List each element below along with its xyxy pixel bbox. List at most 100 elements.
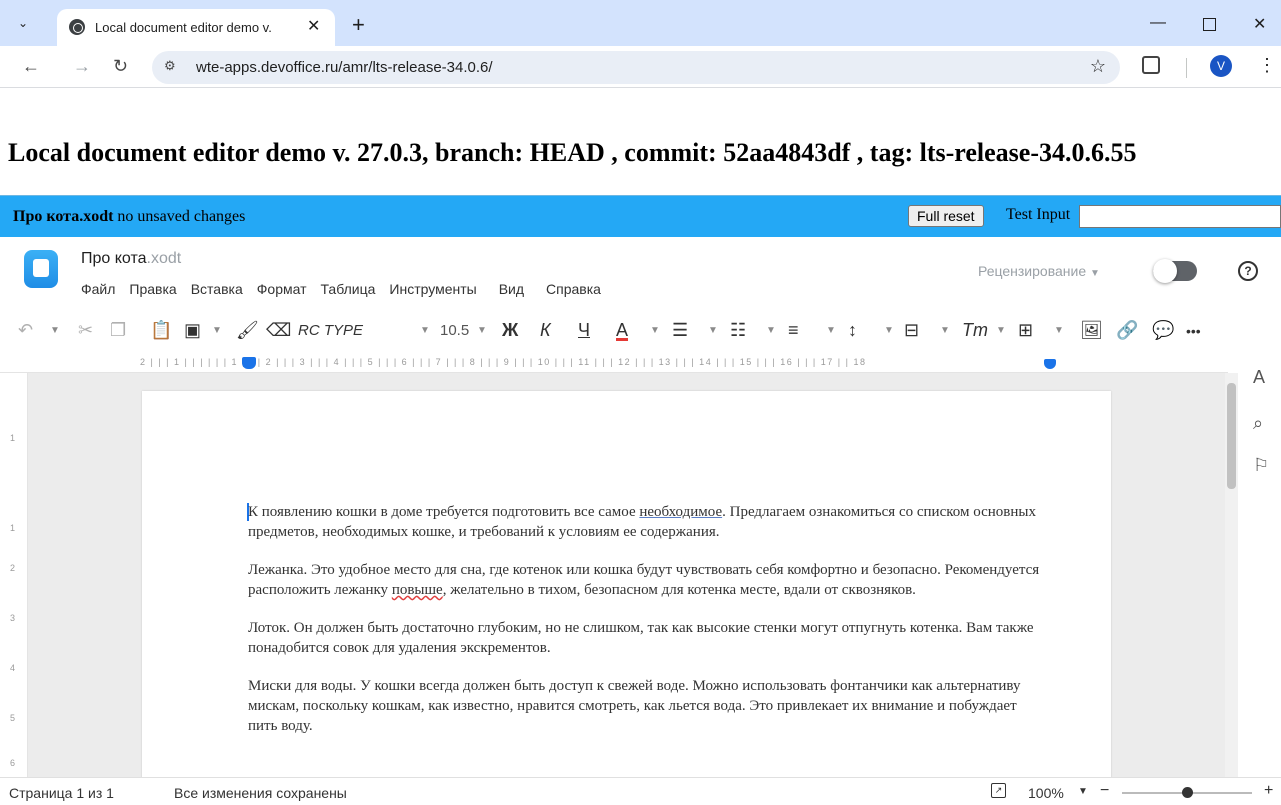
link-icon[interactable]: 🔗 (1116, 320, 1138, 341)
text-run-underlined: необходимое (639, 504, 723, 520)
zoom-level[interactable]: 100% (1028, 785, 1064, 801)
numbered-list-icon[interactable]: ☷ (730, 320, 746, 341)
copy-icon[interactable]: ❐ (110, 320, 126, 341)
indent-dropdown-icon[interactable]: ▼ (940, 325, 950, 336)
numbered-list-dropdown-icon[interactable]: ▼ (766, 325, 776, 336)
editor-logo-icon (24, 250, 58, 288)
reload-icon[interactable]: ↻ (113, 56, 128, 77)
menu-help[interactable]: Справка (546, 281, 601, 297)
fit-page-icon[interactable]: ↗ (991, 783, 1006, 798)
minimize-icon[interactable]: — (1150, 14, 1166, 32)
vertical-scrollbar[interactable] (1225, 373, 1238, 777)
cut-icon[interactable]: ✂ (78, 320, 93, 341)
window-close-icon[interactable]: ✕ (1253, 14, 1266, 34)
paragraph[interactable]: Миски для воды. У кошки всегда должен бы… (248, 676, 1048, 736)
bullet-list-dropdown-icon[interactable]: ▼ (708, 325, 718, 336)
test-input-field[interactable] (1079, 205, 1281, 228)
scrollbar-thumb[interactable] (1227, 383, 1236, 489)
comment-icon[interactable]: 💬 (1152, 320, 1174, 341)
paragraph[interactable]: Лоток. Он должен быть достаточно глубоки… (248, 618, 1048, 658)
paragraph[interactable]: К появлению кошки в доме требуется подго… (248, 502, 1048, 542)
menu-format[interactable]: Формат (257, 281, 307, 297)
search-icon[interactable]: ⌕ (1253, 413, 1263, 434)
text-run: К появлению кошки в доме требуется подго… (248, 504, 640, 520)
tab-title: Local document editor demo v. (95, 20, 272, 35)
image-icon[interactable]: 🖼 (1080, 320, 1103, 341)
paste-special-icon[interactable]: ▣ (184, 320, 201, 341)
document-page[interactable]: К появлению кошки в доме требуется подго… (142, 391, 1111, 777)
font-dropdown-icon[interactable]: ▼ (420, 325, 430, 336)
url-text[interactable]: wte-apps.devoffice.ru/amr/lts-release-34… (196, 59, 493, 76)
paragraph-indent-icon[interactable]: ⊟ (904, 320, 919, 341)
menu-file[interactable]: Файл (81, 281, 115, 297)
styles-icon[interactable]: A (1253, 367, 1265, 388)
font-size-select[interactable]: 10.5 (440, 322, 469, 339)
extensions-puzzle-icon[interactable] (1142, 56, 1160, 74)
menu-edit[interactable]: Правка (129, 281, 176, 297)
undo-icon[interactable]: ↶ (18, 320, 33, 341)
font-size-dropdown-icon[interactable]: ▼ (477, 325, 487, 336)
vruler-number: 1 (10, 433, 16, 443)
document-title-name: Про кота (81, 250, 147, 267)
align-dropdown-icon[interactable]: ▼ (826, 325, 836, 336)
format-painter-icon[interactable]: 🖌 (236, 320, 259, 341)
zoom-slider-thumb[interactable] (1182, 787, 1193, 798)
zoom-in-icon[interactable]: + (1264, 782, 1273, 800)
more-options-icon[interactable]: ••• (1186, 323, 1201, 339)
line-spacing-dropdown-icon[interactable]: ▼ (884, 325, 894, 336)
paste-dropdown-icon[interactable]: ▼ (212, 325, 222, 336)
file-name: Про кота.xodt (13, 208, 114, 225)
review-toggle[interactable] (1153, 259, 1197, 283)
italic-button[interactable]: К (540, 320, 551, 341)
help-icon[interactable]: ? (1238, 261, 1258, 281)
status-bar: Страница 1 из 1 Все изменения сохранены … (0, 777, 1281, 805)
menu-bar: Файл Правка Вставка Формат Таблица Инстр… (81, 281, 615, 297)
forward-arrow-icon[interactable]: → (73, 56, 91, 77)
left-indent-marker[interactable] (242, 357, 256, 369)
table-dropdown-icon[interactable]: ▼ (1054, 325, 1064, 336)
vruler-number: 4 (10, 663, 16, 673)
new-tab-plus-icon[interactable]: + (352, 12, 365, 38)
right-indent-marker[interactable] (1044, 359, 1056, 369)
maximize-icon[interactable] (1203, 18, 1216, 31)
vruler-number: 3 (10, 613, 16, 623)
zoom-dropdown-icon[interactable]: ▼ (1078, 786, 1088, 797)
bullet-list-icon[interactable]: ☰ (672, 320, 688, 341)
profile-avatar[interactable]: V (1210, 55, 1232, 77)
review-mode-dropdown[interactable]: Рецензирование ▼ (978, 263, 1100, 279)
font-name-select[interactable]: RC TYPE (298, 322, 363, 339)
font-color-dropdown-icon[interactable]: ▼ (650, 325, 660, 336)
menu-table[interactable]: Таблица (321, 281, 376, 297)
menu-insert[interactable]: Вставка (191, 281, 243, 297)
vruler-number: 6 (10, 758, 16, 768)
horizontal-ruler[interactable]: 2 | | | 1 | | | | | | 1 | | | 2 | | | 3 … (0, 355, 1228, 373)
bookmark-icon[interactable]: ⚐ (1253, 455, 1269, 476)
text-style-button[interactable]: Тт (962, 320, 988, 341)
table-icon[interactable]: ⊞ (1018, 320, 1033, 341)
full-reset-button[interactable]: Full reset (908, 205, 984, 227)
menu-tools[interactable]: Инструменты (389, 281, 476, 297)
site-info-icon[interactable]: ⚙ (164, 58, 176, 74)
menu-view[interactable]: Вид (499, 281, 524, 297)
browser-tab-active[interactable]: Local document editor demo v. ✕ (57, 9, 335, 46)
page-counter: Страница 1 из 1 (9, 785, 114, 801)
browser-menu-icon[interactable]: ⋮ (1258, 55, 1276, 76)
paragraph[interactable]: Лежанка. Это удобное место для сна, где … (248, 560, 1048, 600)
paste-icon[interactable]: 📋 (150, 320, 172, 341)
bold-button[interactable]: Ж (502, 320, 518, 341)
align-left-icon[interactable]: ≡ (788, 320, 799, 341)
back-arrow-icon[interactable]: ← (22, 56, 40, 77)
address-bar[interactable]: ⚙ wte-apps.devoffice.ru/amr/lts-release-… (152, 51, 1120, 84)
line-spacing-icon[interactable]: ↕ (848, 320, 857, 341)
bookmark-star-icon[interactable]: ☆ (1090, 56, 1106, 77)
document-body[interactable]: К появлению кошки в доме требуется подго… (248, 502, 1048, 754)
text-style-dropdown-icon[interactable]: ▼ (996, 325, 1006, 336)
zoom-out-icon[interactable]: − (1100, 782, 1109, 800)
font-color-button[interactable]: A (616, 320, 628, 341)
document-title[interactable]: Про кота.xodt (81, 250, 181, 268)
clear-format-eraser-icon[interactable]: ⌫ (266, 320, 291, 341)
underline-button[interactable]: Ч (578, 320, 590, 341)
tab-search-chevron-icon[interactable]: ⌄ (18, 16, 38, 36)
undo-dropdown-icon[interactable]: ▼ (50, 325, 60, 336)
tab-close-icon[interactable]: ✕ (307, 16, 320, 36)
